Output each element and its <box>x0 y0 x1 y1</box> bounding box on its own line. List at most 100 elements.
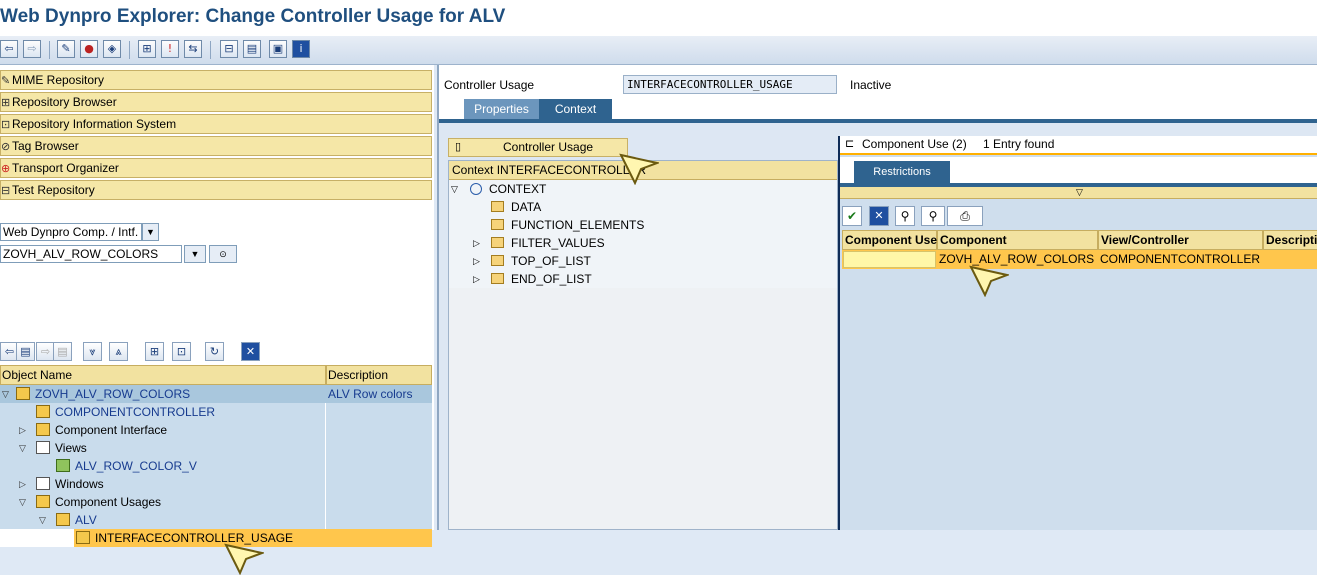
repository-icon: ⊞ <box>1 97 11 109</box>
tag-icon: ⊘ <box>1 141 11 153</box>
object-name-input[interactable]: ZOVH_ALV_ROW_COLORS <box>0 245 182 263</box>
table-row[interactable]: ALV_ROW_COLOR_V <box>0 457 432 475</box>
tool-tag-browser[interactable]: ⊘ Tag Browser <box>0 136 432 156</box>
confirm-check-icon[interactable]: ✔ <box>842 206 862 226</box>
component-use-cell[interactable] <box>843 251 936 268</box>
tool-label: Test Repository <box>12 183 95 197</box>
node-folder-icon <box>491 219 504 230</box>
tool-test-repository[interactable]: ⊟ Test Repository <box>0 180 432 200</box>
expand-triangle-icon[interactable]: ▷ <box>19 475 26 493</box>
hierarchy-icon[interactable]: ⊟ <box>220 40 238 58</box>
context-node-label: TOP_OF_LIST <box>511 254 591 268</box>
expand-icon[interactable]: ⩔ <box>83 342 102 361</box>
history-icon[interactable]: ▤ <box>16 342 35 361</box>
print-icon[interactable]: ⎙ <box>947 206 983 226</box>
controller-usage-button[interactable]: ▯ Controller Usage <box>448 138 628 157</box>
context-tree-empty <box>449 288 837 529</box>
column-header-description[interactable]: Descripti <box>1263 230 1317 250</box>
back-icon[interactable]: ⇦ <box>0 40 18 58</box>
context-node-label: FILTER_VALUES <box>511 236 605 250</box>
column-header-component[interactable]: Component <box>937 230 1098 250</box>
interface-controller-icon <box>76 531 90 544</box>
find-icon[interactable]: ⚲ <box>895 206 915 226</box>
tab-label: Properties <box>474 102 529 116</box>
edit-icon[interactable]: ✎ <box>57 40 75 58</box>
popup-title-bar: ⊏ Component Use (2) 1 Entry found <box>840 136 1317 155</box>
view-controller-cell: COMPONENTCONTROLLER <box>1100 252 1261 266</box>
check-icon[interactable]: ● <box>80 40 98 58</box>
node-folder-icon <box>491 201 504 212</box>
tool-repository-browser[interactable]: ⊞ Repository Browser <box>0 92 432 112</box>
pointer-arrow-icon <box>969 265 1009 297</box>
mime-icon: ✎ <box>1 75 11 87</box>
collapse-icon[interactable]: ⩓ <box>109 342 128 361</box>
filter-icon[interactable]: ⊡ <box>172 342 191 361</box>
cancel-icon[interactable]: ✕ <box>869 206 889 226</box>
table-row[interactable]: ▷ Component Interface <box>0 421 432 439</box>
component-use-table: Component Use Component View/Controller … <box>842 230 1317 270</box>
table-row[interactable]: ▽ ZOVH_ALV_ROW_COLORS ALV Row colors <box>0 385 432 403</box>
object-type-select[interactable]: Web Dynpro Comp. / Intf. <box>0 223 142 241</box>
information-icon[interactable]: i <box>292 40 310 58</box>
controller-icon <box>36 405 50 418</box>
tool-repository-information-system[interactable]: ⊡ Repository Information System <box>0 114 432 134</box>
restrictions-toggle[interactable]: ▽ <box>840 187 1317 199</box>
table-row[interactable]: ZOVH_ALV_ROW_COLORS COMPONENTCONTROLLER <box>842 250 1317 269</box>
navigation-panel: ✎ MIME Repository ⊞ Repository Browser ⊡ Re… <box>0 65 434 575</box>
controller-usage-field[interactable]: INTERFACECONTROLLER_USAGE <box>623 75 837 94</box>
column-header-object-name[interactable]: Object Name <box>0 365 326 385</box>
display-glasses-icon[interactable]: ⊙ <box>209 245 237 263</box>
row-indent <box>0 529 74 547</box>
object-name-value: ZOVH_ALV_ROW_COLORS <box>3 247 159 261</box>
collapse-triangle-icon[interactable]: ▽ <box>451 180 458 198</box>
table-row[interactable]: ▽ Component Usages <box>0 493 432 511</box>
navigate-icon[interactable]: ⇆ <box>184 40 202 58</box>
tool-mime-repository[interactable]: ✎ MIME Repository <box>0 70 432 90</box>
refresh-icon[interactable]: ↻ <box>205 342 224 361</box>
table-row[interactable]: COMPONENTCONTROLLER <box>0 403 432 421</box>
tree-item-label: ZOVH_ALV_ROW_COLORS <box>35 387 191 401</box>
display-object-list-icon[interactable]: ▤ <box>243 40 261 58</box>
column-header-view-controller[interactable]: View/Controller <box>1098 230 1263 250</box>
expand-triangle-icon[interactable]: ▷ <box>473 234 480 252</box>
collapse-triangle-icon[interactable]: ▽ <box>19 439 26 457</box>
history-icon[interactable]: ▤ <box>53 342 72 361</box>
info-icon[interactable]: ! <box>161 40 179 58</box>
chevron-down-icon[interactable]: ▼ <box>184 245 206 263</box>
expand-triangle-icon[interactable]: ▷ <box>19 421 26 439</box>
table-row[interactable]: ▽ ALV <box>0 511 432 529</box>
expand-triangle-icon[interactable]: ▷ <box>473 270 480 288</box>
tab-context[interactable]: Context <box>539 99 612 119</box>
column-header-component-use[interactable]: Component Use <box>842 230 937 250</box>
close-icon[interactable]: ✕ <box>241 342 260 361</box>
window-icon[interactable]: ▣ <box>269 40 287 58</box>
component-icon <box>16 387 30 400</box>
find-next-icon[interactable]: ⚲ <box>921 206 945 226</box>
table-row[interactable]: ▷ Windows <box>0 475 432 493</box>
tab-restrictions[interactable]: Restrictions <box>854 161 950 183</box>
toolbar-separator <box>210 41 211 59</box>
expand-triangle-icon[interactable]: ▷ <box>473 252 480 270</box>
tool-transport-organizer[interactable]: ⊕ Transport Organizer <box>0 158 432 178</box>
toolbar-separator <box>49 41 50 59</box>
column-label: Component <box>940 233 1007 247</box>
table-row[interactable]: ▽ Views <box>0 439 432 457</box>
table-row[interactable]: INTERFACECONTROLLER_USAGE <box>0 529 432 547</box>
component-usage-icon <box>56 513 70 526</box>
tool-label: Transport Organizer <box>12 161 119 175</box>
hierarchy-icon[interactable]: ⊞ <box>145 342 164 361</box>
column-header-description[interactable]: Description <box>326 365 432 385</box>
info-system-icon: ⊡ <box>1 119 11 131</box>
context-node-label: END_OF_LIST <box>511 272 592 286</box>
chevron-down-icon[interactable]: ▼ <box>142 223 159 241</box>
forward-icon[interactable]: ⇨ <box>23 40 41 58</box>
activate-icon[interactable]: ◈ <box>103 40 121 58</box>
column-label: Descripti <box>1266 233 1317 247</box>
window-title: Web Dynpro Explorer: Change Controller U… <box>0 6 506 27</box>
where-used-icon[interactable]: ⊞ <box>138 40 156 58</box>
collapse-triangle-icon[interactable]: ▽ <box>2 385 9 403</box>
tab-properties[interactable]: Properties <box>464 99 539 119</box>
collapse-triangle-icon[interactable]: ▽ <box>39 511 46 529</box>
interface-icon <box>36 423 50 436</box>
collapse-triangle-icon[interactable]: ▽ <box>19 493 26 511</box>
